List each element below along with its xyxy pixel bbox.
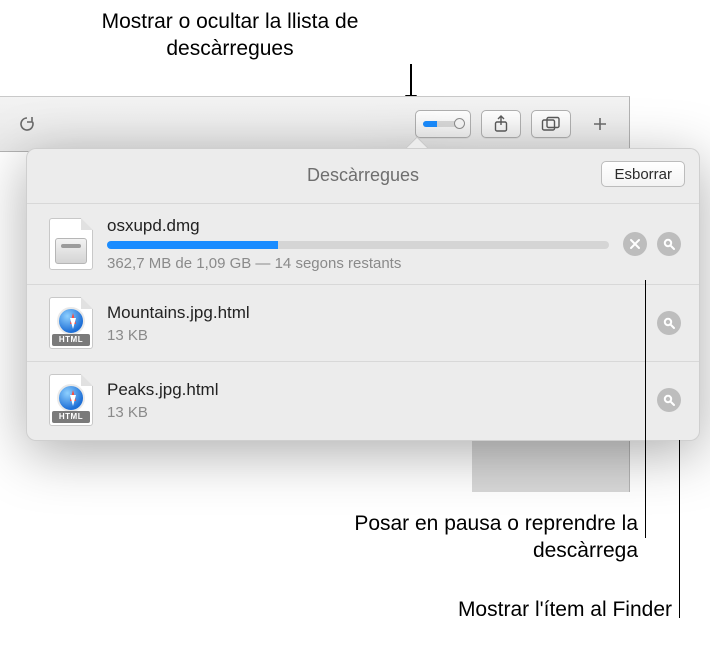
share-icon (493, 115, 509, 133)
download-status: 13 KB (107, 404, 643, 421)
plus-icon (592, 116, 608, 132)
downloads-list: osxupd.dmg 362,7 MB de 1,09 GB — 14 sego… (27, 203, 699, 438)
html-badge: HTML (52, 411, 90, 423)
download-item: HTML Peaks.jpg.html 13 KB (27, 361, 699, 438)
download-name: Mountains.jpg.html (107, 303, 643, 323)
file-icon-html: HTML (49, 374, 93, 426)
downloads-popover: Descàrregues Esborrar osxupd.dmg 362,7 M… (26, 148, 700, 441)
new-tab-button[interactable] (581, 110, 619, 138)
download-progress-fill (107, 241, 278, 249)
callout-leader-line (679, 440, 680, 618)
downloads-circle-icon (454, 118, 465, 129)
downloads-button[interactable] (415, 110, 471, 138)
reveal-in-finder-button[interactable] (657, 232, 681, 256)
download-status: 13 KB (107, 327, 643, 344)
clear-button[interactable]: Esborrar (601, 161, 685, 187)
close-icon (629, 238, 641, 250)
reload-icon (18, 115, 36, 133)
download-item: HTML Mountains.jpg.html 13 KB (27, 284, 699, 361)
download-name: osxupd.dmg (107, 216, 609, 236)
callout-pause-resume: Posar en pausa o reprendre la descàrrega (318, 510, 638, 565)
reveal-in-finder-button[interactable] (657, 311, 681, 335)
html-badge: HTML (52, 334, 90, 346)
magnifier-icon (663, 394, 675, 406)
magnifier-icon (663, 238, 675, 250)
popover-title: Descàrregues (27, 165, 699, 186)
download-item: osxupd.dmg 362,7 MB de 1,09 GB — 14 sego… (27, 203, 699, 284)
reload-button[interactable] (8, 110, 46, 138)
browser-toolbar (0, 96, 630, 152)
download-name: Peaks.jpg.html (107, 380, 643, 400)
callout-toggle-downloads: Mostrar o ocultar la llista de descàrreg… (100, 8, 360, 63)
download-progress-bar (107, 241, 609, 249)
tabs-icon (541, 116, 561, 132)
pause-button[interactable] (623, 232, 647, 256)
tabs-button[interactable] (531, 110, 571, 138)
download-status: 362,7 MB de 1,09 GB — 14 segons restants (107, 255, 609, 272)
file-icon-dmg (49, 218, 93, 270)
share-button[interactable] (481, 110, 521, 138)
callout-show-in-finder: Mostrar l'ítem al Finder (352, 596, 672, 623)
reveal-in-finder-button[interactable] (657, 388, 681, 412)
callout-leader-line (645, 280, 646, 538)
file-icon-html: HTML (49, 297, 93, 349)
magnifier-icon (663, 317, 675, 329)
